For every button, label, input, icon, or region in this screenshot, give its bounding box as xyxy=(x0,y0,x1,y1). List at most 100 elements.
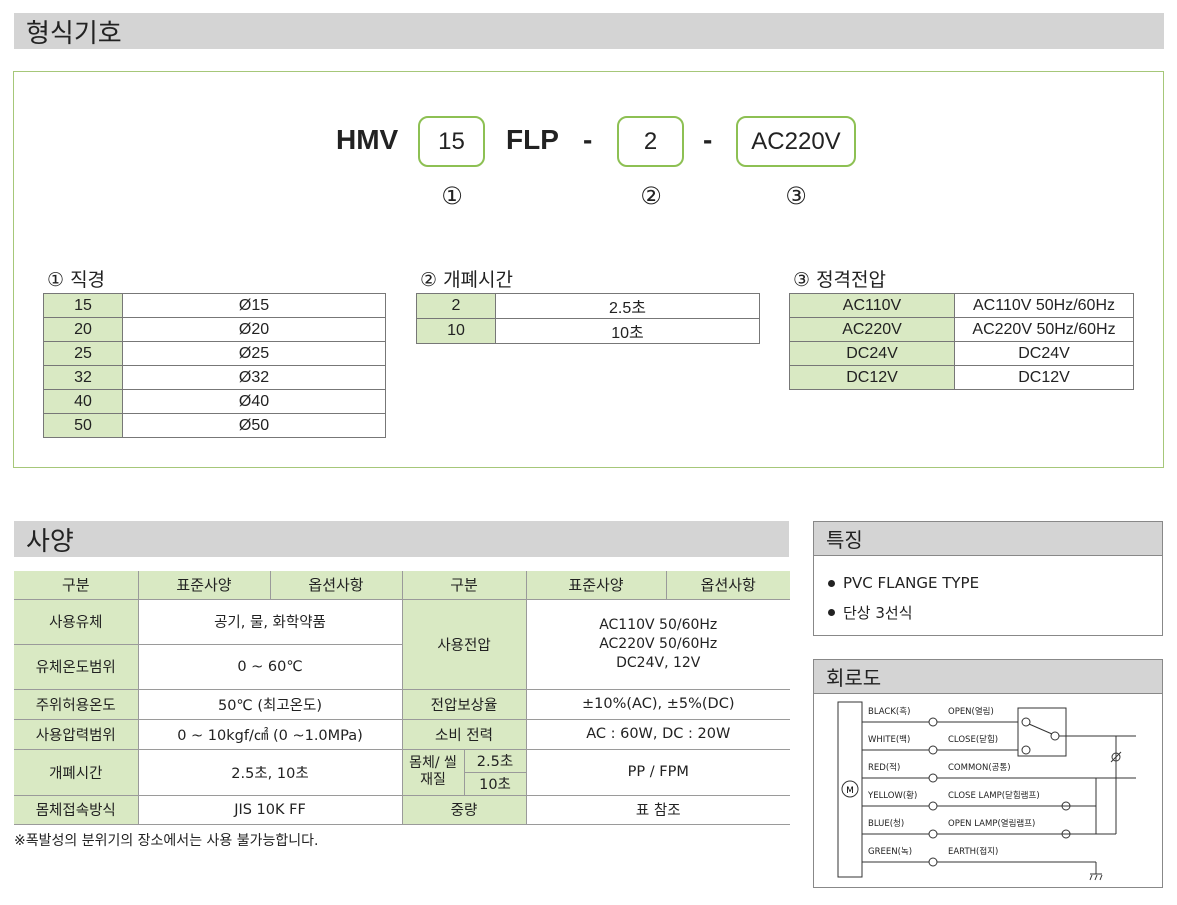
table-cell: 0 ~ 10kgf/㎠ (0 ~1.0MPa) xyxy=(137,718,402,750)
table-cell: ±10%(AC), ±5%(DC) xyxy=(525,688,790,720)
table-cell: 주위허용온도 xyxy=(14,688,138,720)
supply-value: AC110V 50/60Hz xyxy=(599,616,718,633)
table-cell: Ø32 xyxy=(122,365,386,390)
model-type: FLP xyxy=(506,124,559,155)
spec-header: 옵션사항 xyxy=(665,571,790,600)
table-cell: Ø50 xyxy=(122,413,386,438)
ratedvolt-heading: ③ 정격전압 xyxy=(793,269,886,291)
spec-header: 옵션사항 xyxy=(269,571,402,600)
ratedvolt-table: AC110V AC110V 50Hz/60Hz AC220V AC220V 50Hz… xyxy=(789,293,1134,390)
table-cell: DC24V xyxy=(954,341,1134,366)
model-cable-pill: 2 xyxy=(617,116,684,167)
diameter-table: 15 Ø15 20 Ø20 25 Ø25 32 Ø32 40 Ø40 50 Ø50 xyxy=(43,293,386,438)
svg-text:RED(적): RED(적) xyxy=(868,762,900,773)
table-cell: 몸체접속방식 xyxy=(14,794,138,825)
features-title: 특징 xyxy=(814,522,1162,556)
table-row: AC110V AC110V 50Hz/60Hz xyxy=(789,293,1134,318)
table-row: 몸체접속방식 JIS 10K FF 중량 표 참조 xyxy=(14,794,790,825)
svg-text:OPEN(열림): OPEN(열림) xyxy=(948,706,994,717)
model-size-pill: 15 xyxy=(418,116,485,167)
feature-item: PVC FLANGE TYPE xyxy=(828,574,1162,592)
table-cell: 공기, 물, 화학약품 xyxy=(137,598,402,645)
svg-text:M: M xyxy=(846,786,854,796)
table-row: 10 10초 xyxy=(416,318,760,344)
svg-text:CLOSE(닫힘): CLOSE(닫힘) xyxy=(948,734,998,745)
svg-text:WHITE(백): WHITE(백) xyxy=(868,734,910,745)
table-cell: 20 xyxy=(43,317,123,342)
supply-value: DC24V, 12V xyxy=(616,654,701,671)
table-cell: 소비 전력 xyxy=(401,718,526,750)
table-cell: Ø15 xyxy=(122,293,386,318)
table-row: 20 Ø20 xyxy=(43,317,386,342)
feature-item: 단상 3선식 xyxy=(828,602,1162,623)
table-cell: AC110V xyxy=(789,293,955,318)
table-cell: 유체온도범위 xyxy=(14,643,138,690)
table-cell: AC220V 50Hz/60Hz xyxy=(954,317,1134,342)
table-row: 50 Ø50 xyxy=(43,413,386,438)
table-cell: AC220V xyxy=(789,317,955,342)
table-cell: 개폐시간 xyxy=(14,748,138,796)
table-row: DC12V DC12V xyxy=(789,365,1134,390)
spec-header: 표준사양 xyxy=(137,571,270,600)
table-cell: AC110V 50/60Hz AC220V 50/60Hz DC24V, 12V xyxy=(525,598,790,690)
model-code-section-title: 형식기호 xyxy=(14,13,1164,49)
svg-text:BLUE(청): BLUE(청) xyxy=(868,819,904,829)
bullet-icon xyxy=(828,609,835,616)
svg-text:EARTH(접지): EARTH(접지) xyxy=(948,846,998,857)
table-cell: 50 xyxy=(43,413,123,438)
table-cell: 2.5초 xyxy=(463,748,526,773)
marker-1: ① xyxy=(441,182,463,210)
table-cell: 몸체/ 씰 재질 xyxy=(401,748,464,796)
svg-text:GREEN(녹): GREEN(녹) xyxy=(868,847,912,857)
bullet-icon xyxy=(828,579,835,587)
table-cell: PP / FPM xyxy=(525,748,790,796)
diameter-heading: ① 직경 xyxy=(47,269,106,291)
table-cell: Ø20 xyxy=(122,317,386,342)
table-cell: 사용압력범위 xyxy=(14,718,138,750)
table-cell: 10초 xyxy=(495,318,760,344)
circuit-diagram: M BLACK(흑) OPEN(열림) WHITE(백) CLOSE(닫힘) R… xyxy=(837,701,1136,881)
table-row: 주위허용온도 50℃ (최고온도) 전압보상율 ±10%(AC), ±5%(DC… xyxy=(14,688,790,720)
table-cell: Ø40 xyxy=(122,389,386,414)
table-cell: 32 xyxy=(43,365,123,390)
table-cell: 전압보상율 xyxy=(401,688,526,720)
table-cell: 50℃ (최고온도) xyxy=(137,688,402,720)
spec-header: 표준사양 xyxy=(525,571,666,600)
table-cell: 25 xyxy=(43,341,123,366)
marker-2: ② xyxy=(640,182,662,210)
spec-note: ※폭발성의 분위기의 장소에서는 사용 불가능합니다. xyxy=(14,833,319,849)
svg-text:YELLOW(황): YELLOW(황) xyxy=(867,790,917,801)
table-cell: DC24V xyxy=(789,341,955,366)
table-row: DC24V DC24V xyxy=(789,341,1134,366)
svg-text:CLOSE LAMP(닫힘램프): CLOSE LAMP(닫힘램프) xyxy=(948,790,1040,801)
table-row: 40 Ø40 xyxy=(43,389,386,414)
marker-3: ③ xyxy=(785,182,807,210)
table-cell: 2.5초 xyxy=(495,293,760,319)
table-row: 32 Ø32 xyxy=(43,365,386,390)
model-dash: - xyxy=(583,124,593,155)
table-row: 사용압력범위 0 ~ 10kgf/㎠ (0 ~1.0MPa) 소비 전력 AC … xyxy=(14,718,790,750)
table-row: 2 2.5초 xyxy=(416,293,760,319)
table-cell: DC12V xyxy=(954,365,1134,390)
table-row: AC220V AC220V 50Hz/60Hz xyxy=(789,317,1134,342)
table-cell: DC12V xyxy=(789,365,955,390)
table-cell: 표 참조 xyxy=(525,794,790,825)
opentime-table: 2 2.5초 10 10초 xyxy=(416,293,760,344)
spec-section-title: 사양 xyxy=(14,521,789,557)
table-row: 구분 표준사양 옵션사항 구분 표준사양 옵션사항 xyxy=(14,571,790,600)
table-cell: Ø25 xyxy=(122,341,386,366)
model-prefix: HMV xyxy=(336,124,399,155)
circuit-title: 회로도 xyxy=(814,660,1162,694)
svg-text:COMMON(공통): COMMON(공통) xyxy=(948,763,1011,773)
table-cell: 2 xyxy=(416,293,496,319)
table-cell: 15 xyxy=(43,293,123,318)
spec-header: 구분 xyxy=(401,571,526,600)
table-cell: 0 ~ 60℃ xyxy=(137,643,402,690)
table-cell: JIS 10K FF xyxy=(137,794,402,825)
table-cell: 10초 xyxy=(463,771,526,796)
table-cell: AC110V 50Hz/60Hz xyxy=(954,293,1134,318)
table-cell: AC : 60W, DC : 20W xyxy=(525,718,790,750)
svg-text:OPEN LAMP(열림램프): OPEN LAMP(열림램프) xyxy=(948,818,1035,829)
spec-table: 구분 표준사양 옵션사항 구분 표준사양 옵션사항 사용유체 공기, 물, 화학… xyxy=(14,571,790,825)
table-row: 사용유체 공기, 물, 화학약품 사용전압 AC110V 50/60Hz AC2… xyxy=(14,598,790,690)
